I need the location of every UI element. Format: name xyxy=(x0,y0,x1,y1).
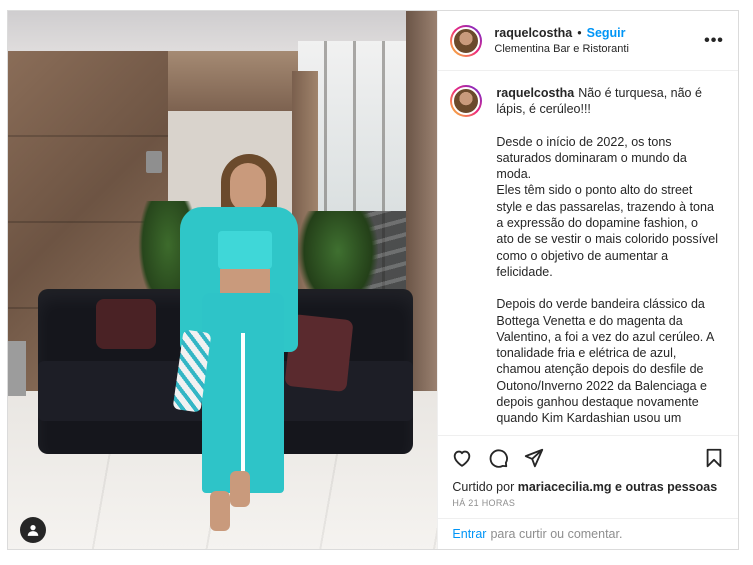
photo-person-foot xyxy=(210,491,230,531)
comment-prompt-text: para curtir ou comentar. xyxy=(490,527,623,541)
post-photo[interactable] xyxy=(8,11,438,549)
user-icon xyxy=(27,525,39,536)
photo-pillow xyxy=(96,299,156,349)
photo-person-pants xyxy=(202,293,284,493)
photo-wall-lamp xyxy=(146,151,162,173)
caption: raquelcostha Não é turquesa, não é lápis,… xyxy=(450,85,726,427)
separator-dot: • xyxy=(577,26,582,40)
avatar[interactable] xyxy=(450,24,483,57)
heart-icon xyxy=(454,450,471,467)
comment-prompt: Entrar para curtir ou comentar. xyxy=(438,519,738,549)
location-link[interactable]: Clementina Bar e Ristoranti xyxy=(494,43,702,55)
post-header: raquelcostha • Seguir Clementina Bar e R… xyxy=(438,11,738,71)
caption-paragraph: Depois do verde bandeira clássico da Bot… xyxy=(496,297,714,426)
post-timestamp[interactable]: HÁ 21 HORAS xyxy=(438,494,738,519)
caption-paragraph: Eles têm sido o ponto alto do street sty… xyxy=(496,183,719,279)
more-dots-icon: ••• xyxy=(704,31,724,49)
tagged-users-button[interactable] xyxy=(20,517,46,543)
photo-person-midriff xyxy=(220,269,270,295)
avatar[interactable] xyxy=(450,85,483,117)
caption-paragraph: Desde o início de 2022, os tons saturado… xyxy=(496,134,687,182)
post-card: raquelcostha • Seguir Clementina Bar e R… xyxy=(7,10,739,550)
comment-icon xyxy=(490,449,509,468)
caption-username-link[interactable]: raquelcostha xyxy=(496,86,574,100)
bookmark-icon xyxy=(706,448,722,468)
username-link[interactable]: raquelcostha xyxy=(494,26,572,40)
more-options-button[interactable]: ••• xyxy=(702,29,726,53)
share-icon xyxy=(525,448,544,468)
photo-bin xyxy=(8,341,26,396)
like-button[interactable] xyxy=(448,444,476,472)
follow-button[interactable]: Seguir xyxy=(587,26,626,40)
others-link[interactable]: e outras pessoas xyxy=(615,480,717,494)
photo-person-foot xyxy=(230,471,250,507)
header-text: raquelcostha • Seguir Clementina Bar e R… xyxy=(494,26,702,55)
share-button[interactable] xyxy=(520,444,548,472)
comments-section[interactable]: raquelcostha Não é turquesa, não é lápis,… xyxy=(438,71,738,436)
avatar-image xyxy=(452,26,481,55)
post-sidebar: raquelcostha • Seguir Clementina Bar e R… xyxy=(437,11,738,549)
login-link[interactable]: Entrar xyxy=(452,527,486,541)
photo-person-top xyxy=(218,231,272,269)
comment-button[interactable] xyxy=(484,444,512,472)
save-button[interactable] xyxy=(700,444,728,472)
likes-prefix: Curtido por xyxy=(452,480,515,494)
caption-body: raquelcostha Não é turquesa, não é lápis,… xyxy=(496,85,718,427)
likes-summary: Curtido por mariacecilia.mg e outras pes… xyxy=(438,480,738,494)
liker-username-link[interactable]: mariacecilia.mg xyxy=(518,480,612,494)
action-bar xyxy=(438,436,738,480)
photo-person-face xyxy=(230,163,266,211)
avatar-image xyxy=(452,87,481,115)
